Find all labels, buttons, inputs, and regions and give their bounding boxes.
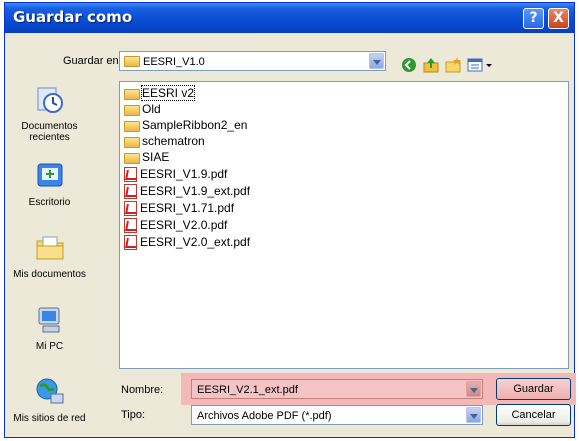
list-item[interactable]: SampleRibbon2_en <box>124 117 247 133</box>
title-bar[interactable]: Guardar como ? X <box>5 3 574 33</box>
filetype-dropdown-arrow[interactable] <box>466 407 481 423</box>
save-in-combo[interactable]: EESRI_V1.0 <box>119 51 386 71</box>
folder-icon <box>124 104 140 116</box>
pdf-file-icon <box>124 183 137 199</box>
filetype-label: Tipo: <box>121 409 146 421</box>
file-list[interactable]: EESRI v2 Old SampleRibbon2_en schematron… <box>119 81 569 369</box>
folder-icon <box>124 152 140 164</box>
list-item[interactable]: EESRI_V2.0_ext.pdf <box>124 234 250 250</box>
filetype-value: Archivos Adobe PDF (*.pdf) <box>197 410 332 422</box>
place-label: Escritorio <box>28 197 71 208</box>
list-item[interactable]: EESRI v2 <box>124 85 196 101</box>
folder-icon <box>124 136 140 148</box>
cancel-button[interactable]: Cancelar <box>496 404 571 426</box>
place-my-computer[interactable]: Mi PC <box>11 305 88 352</box>
place-label: Mi PC <box>35 341 64 352</box>
help-button[interactable]: ? <box>523 8 544 29</box>
filename-value: EESRI_V2.1_ext.pdf <box>197 384 298 396</box>
place-label: Documentos recientes <box>21 121 78 143</box>
place-my-documents[interactable]: Mis documentos <box>11 233 88 280</box>
window-title: Guardar como <box>13 8 133 26</box>
save-in-dropdown-arrow[interactable] <box>369 53 384 69</box>
my-documents-icon <box>36 236 63 260</box>
place-network[interactable]: Mis sitios de red <box>11 377 88 424</box>
up-folder-icon[interactable] <box>423 57 439 73</box>
pdf-file-icon <box>124 217 137 233</box>
desktop-icon <box>37 163 62 187</box>
place-desktop[interactable]: Escritorio <box>11 161 88 208</box>
place-recent-documents[interactable]: Documentos recientes <box>11 85 88 143</box>
pdf-file-icon <box>124 166 137 182</box>
save-as-dialog: Guardar como ? X Guardar en: EESRI_V1.0 … <box>4 2 576 438</box>
places-bar: Documentos recientes Escritorio Mis docu… <box>11 73 88 431</box>
place-label: Mis sitios de red <box>13 413 86 424</box>
filename-input[interactable]: EESRI_V2.1_ext.pdf <box>191 379 483 399</box>
list-item[interactable]: EESRI_V2.0.pdf <box>124 217 227 233</box>
close-button[interactable]: X <box>548 8 569 29</box>
list-item[interactable]: EESRI_V1.71.pdf <box>124 200 234 216</box>
pdf-file-icon <box>124 234 137 250</box>
save-in-label: Guardar en: <box>63 55 122 67</box>
filename-dropdown-arrow[interactable] <box>466 381 481 397</box>
back-icon[interactable] <box>401 57 417 73</box>
list-item[interactable]: schematron <box>124 133 205 149</box>
folder-icon <box>124 88 140 100</box>
pdf-file-icon <box>124 200 137 216</box>
filename-label: Nombre: <box>121 384 164 396</box>
list-item[interactable]: EESRI_V1.9.pdf <box>124 166 227 182</box>
filetype-select[interactable]: Archivos Adobe PDF (*.pdf) <box>191 405 483 425</box>
recent-documents-icon <box>37 87 63 113</box>
list-item[interactable]: EESRI_V1.9_ext.pdf <box>124 183 250 199</box>
place-label: Mis documentos <box>13 269 86 280</box>
network-places-icon <box>36 378 63 404</box>
save-button[interactable]: Guardar <box>496 378 571 400</box>
list-item[interactable]: SIAE <box>124 149 169 165</box>
new-folder-icon[interactable] <box>445 57 461 73</box>
view-menu-icon[interactable] <box>467 57 495 73</box>
folder-icon <box>124 56 140 67</box>
folder-icon <box>124 120 140 132</box>
save-in-value: EESRI_V1.0 <box>143 56 205 68</box>
my-computer-icon <box>38 307 59 333</box>
list-item[interactable]: Old <box>124 101 161 117</box>
